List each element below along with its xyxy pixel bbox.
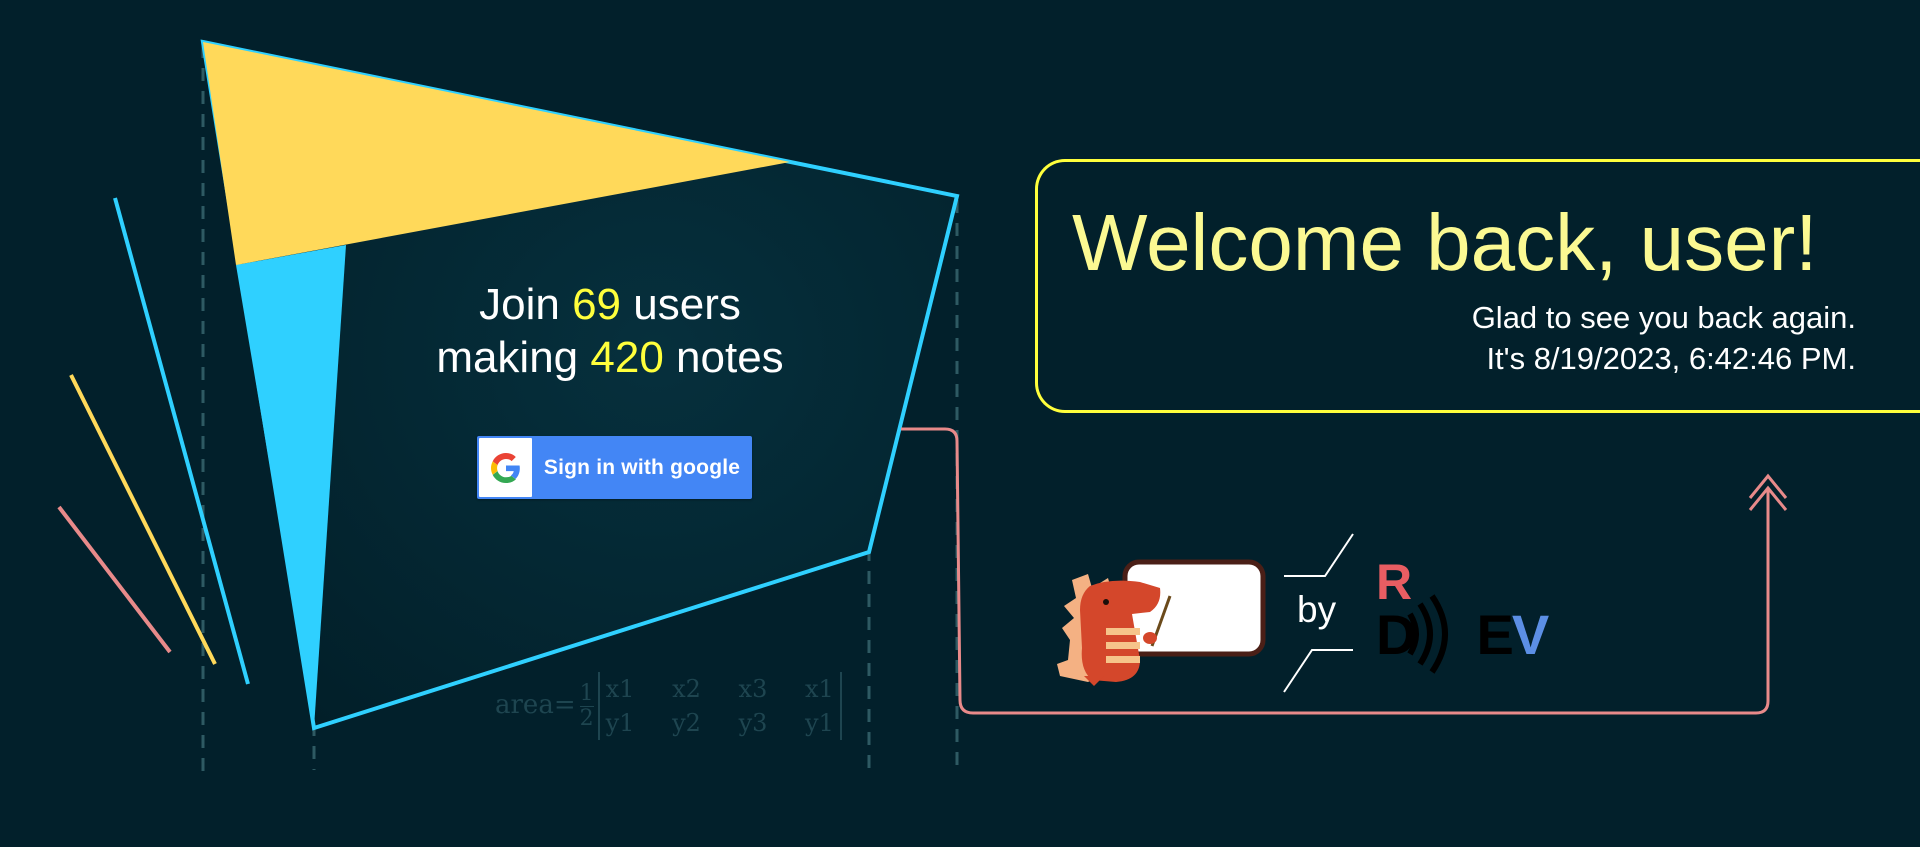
formula-cell: x2	[672, 675, 701, 703]
welcome-title: Welcome back, user!	[1072, 198, 1818, 287]
by-label: by	[1297, 589, 1337, 630]
by-bracket-bottom	[1283, 649, 1353, 693]
users-count: 69	[572, 280, 622, 329]
dinosaur-whiteboard-icon	[1057, 559, 1266, 686]
background-decor	[57, 39, 1788, 778]
formula-half-num: 1	[579, 680, 594, 707]
join-stats-text: Join 69 users making 420 notes	[360, 278, 860, 384]
notes-count: 420	[590, 333, 664, 382]
slash-yellow	[69, 374, 217, 665]
area-formula: area= 1 2 x1 x2 x3 x1 y1 y2 y3 y1	[495, 672, 842, 740]
slash-pink	[57, 505, 172, 654]
making-prefix: making	[436, 333, 579, 382]
connector-line	[901, 427, 1770, 715]
logo-dev: D EV	[1376, 603, 1549, 667]
formula-label: area	[495, 690, 554, 720]
formula-equals: =	[553, 690, 576, 720]
by-bracket-top	[1284, 533, 1354, 577]
formula-cell: y3	[738, 709, 768, 737]
welcome-subtitle: Glad to see you back again.	[1471, 300, 1856, 335]
formula-cell: y1	[605, 709, 635, 737]
notes-suffix: notes	[676, 333, 784, 382]
logo-e: E	[1476, 603, 1513, 666]
formula-cell: y1	[805, 709, 834, 737]
users-suffix: users	[633, 280, 741, 329]
google-signin-label: Sign in with google	[543, 455, 741, 479]
formula-half-den: 2	[579, 705, 594, 731]
formula-cell: x1	[605, 675, 635, 703]
formula-cell: x3	[738, 675, 768, 703]
google-signin-button[interactable]: Sign in with google	[477, 436, 752, 499]
slash-cyan	[113, 197, 250, 685]
welcome-subtitle-block: Glad to see you back again. It's 8/19/20…	[1472, 297, 1856, 379]
formula-cell: y2	[672, 709, 701, 737]
logo-d: D	[1376, 603, 1416, 666]
formula-matrix: x1 x2 x3 x1 y1 y2 y3 y1	[597, 672, 842, 740]
google-g-icon	[479, 438, 532, 497]
join-prefix: Join	[479, 280, 560, 329]
logo-v: V	[1511, 603, 1549, 666]
welcome-datetime: It's 8/19/2023, 6:42:46 PM.	[1486, 341, 1856, 376]
formula-cell: x1	[804, 675, 834, 703]
